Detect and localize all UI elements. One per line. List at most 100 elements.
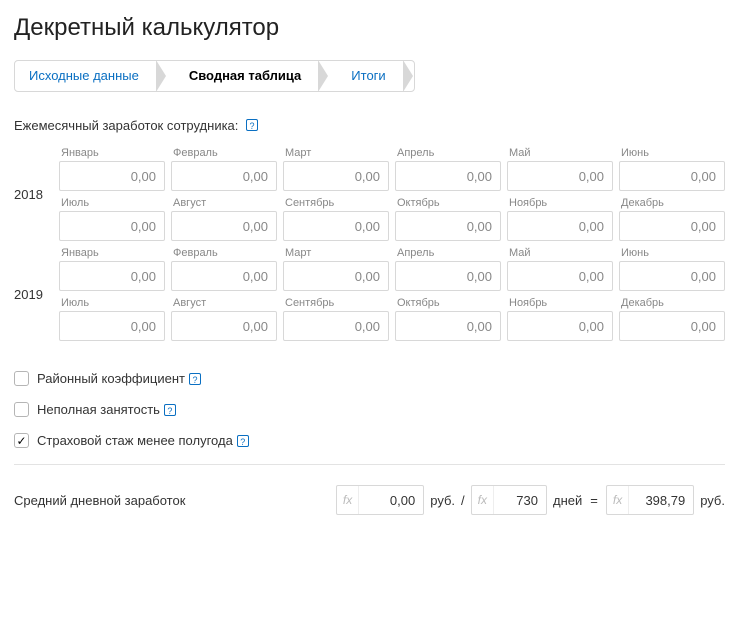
avg-input[interactable]: fx (606, 485, 694, 515)
month-name: Январь (59, 147, 165, 159)
year-label: 2019 (14, 247, 59, 341)
step-totals[interactable]: Итоги (329, 61, 403, 91)
month-input[interactable] (171, 211, 277, 241)
avg-field[interactable] (629, 486, 693, 514)
step-source[interactable]: Исходные данные (15, 61, 157, 91)
month-input[interactable] (59, 311, 165, 341)
checkbox-group: Районный коэффициент ? Неполная занятост… (14, 371, 725, 448)
month-cell: Апрель (395, 247, 501, 291)
month-input[interactable] (171, 311, 277, 341)
month-name: Октябрь (395, 297, 501, 309)
month-cell: Июль (59, 197, 165, 241)
result-row: Средний дневной заработок fx руб. / fx д… (14, 485, 725, 515)
month-cell: Октябрь (395, 297, 501, 341)
month-input[interactable] (507, 161, 613, 191)
month-input[interactable] (507, 261, 613, 291)
help-icon[interactable]: ? (164, 404, 176, 416)
earnings-input[interactable]: fx (336, 485, 424, 515)
checkbox-icon (14, 402, 29, 417)
year-label: 2018 (14, 147, 59, 241)
step-separator (157, 60, 167, 92)
check-parttime[interactable]: Неполная занятость ? (14, 402, 725, 417)
unit-rub-2: руб. (700, 493, 725, 508)
month-input[interactable] (283, 261, 389, 291)
step-nav: Исходные данные Сводная таблица Итоги (14, 60, 415, 92)
month-name: Август (171, 297, 277, 309)
month-name: Декабрь (619, 197, 725, 209)
month-input[interactable] (507, 311, 613, 341)
month-name: Март (283, 147, 389, 159)
check-label: Страховой стаж менее полугода (37, 433, 233, 448)
month-input[interactable] (283, 211, 389, 241)
unit-rub: руб. (430, 493, 455, 508)
divider (14, 464, 725, 465)
month-name: Март (283, 247, 389, 259)
equals: = (588, 493, 600, 508)
months-grid: Январь Февраль Март АпрельМай Июнь Июль Август… (59, 247, 725, 341)
step-table[interactable]: Сводная таблица (167, 61, 319, 91)
month-input[interactable] (619, 161, 725, 191)
months-grid: ЯнварьФевральМартАпрельМайИюньИюльАвгуст… (59, 147, 725, 241)
month-cell: Март (283, 147, 389, 191)
month-cell: Январь (59, 147, 165, 191)
fx-icon: fx (337, 486, 359, 514)
month-cell: Февраль (171, 247, 277, 291)
month-input[interactable] (507, 211, 613, 241)
month-input[interactable] (619, 261, 725, 291)
fx-icon: fx (607, 486, 629, 514)
month-cell: Октябрь (395, 197, 501, 241)
month-name: Ноябрь (507, 297, 613, 309)
page-title: Декретный калькулятор (14, 14, 725, 42)
month-cell: Ноябрь (507, 197, 613, 241)
year-block: 2018ЯнварьФевральМартАпрельМайИюньИюльАв… (14, 147, 725, 241)
month-cell: Июнь (619, 147, 725, 191)
days-input[interactable]: fx (471, 485, 547, 515)
month-input[interactable] (395, 261, 501, 291)
month-cell: Декабрь (619, 297, 725, 341)
month-name: Сентябрь (283, 297, 389, 309)
month-input[interactable] (171, 261, 277, 291)
days-field[interactable] (494, 486, 546, 514)
month-cell: Май (507, 247, 613, 291)
help-icon[interactable]: ? (237, 435, 249, 447)
month-cell: Сентябрь (283, 197, 389, 241)
month-input[interactable] (395, 211, 501, 241)
month-input[interactable] (171, 161, 277, 191)
step-separator (404, 60, 414, 92)
month-cell: Июль (59, 297, 165, 341)
month-input[interactable] (619, 211, 725, 241)
month-name: Февраль (171, 247, 277, 259)
month-cell: Апрель (395, 147, 501, 191)
month-name: Октябрь (395, 197, 501, 209)
month-name: Май (507, 147, 613, 159)
step-separator (319, 60, 329, 92)
fx-icon: fx (472, 486, 494, 514)
month-input[interactable] (59, 261, 165, 291)
check-label: Неполная занятость (37, 402, 160, 417)
checkbox-icon (14, 371, 29, 386)
earnings-field[interactable] (359, 486, 423, 514)
help-icon[interactable]: ? (189, 373, 201, 385)
month-input[interactable] (619, 311, 725, 341)
month-cell: Июнь (619, 247, 725, 291)
month-cell: Сентябрь (283, 297, 389, 341)
month-input[interactable] (283, 311, 389, 341)
month-input[interactable] (59, 211, 165, 241)
checkbox-icon (14, 433, 29, 448)
month-cell: Январь (59, 247, 165, 291)
month-input[interactable] (283, 161, 389, 191)
help-icon[interactable]: ? (246, 119, 258, 131)
month-input[interactable] (395, 161, 501, 191)
check-under6m[interactable]: Страховой стаж менее полугода ? (14, 433, 725, 448)
month-name: Февраль (171, 147, 277, 159)
check-regional[interactable]: Районный коэффициент ? (14, 371, 725, 386)
month-name: Июль (59, 197, 165, 209)
month-input[interactable] (395, 311, 501, 341)
month-cell: Май (507, 147, 613, 191)
month-name: Ноябрь (507, 197, 613, 209)
month-input[interactable] (59, 161, 165, 191)
month-name: Июнь (619, 247, 725, 259)
earnings-section-text: Ежемесячный заработок сотрудника: (14, 118, 238, 133)
year-block: 2019Январь Февраль Март АпрельМай Июнь Июль Ав… (14, 247, 725, 341)
month-cell: Ноябрь (507, 297, 613, 341)
